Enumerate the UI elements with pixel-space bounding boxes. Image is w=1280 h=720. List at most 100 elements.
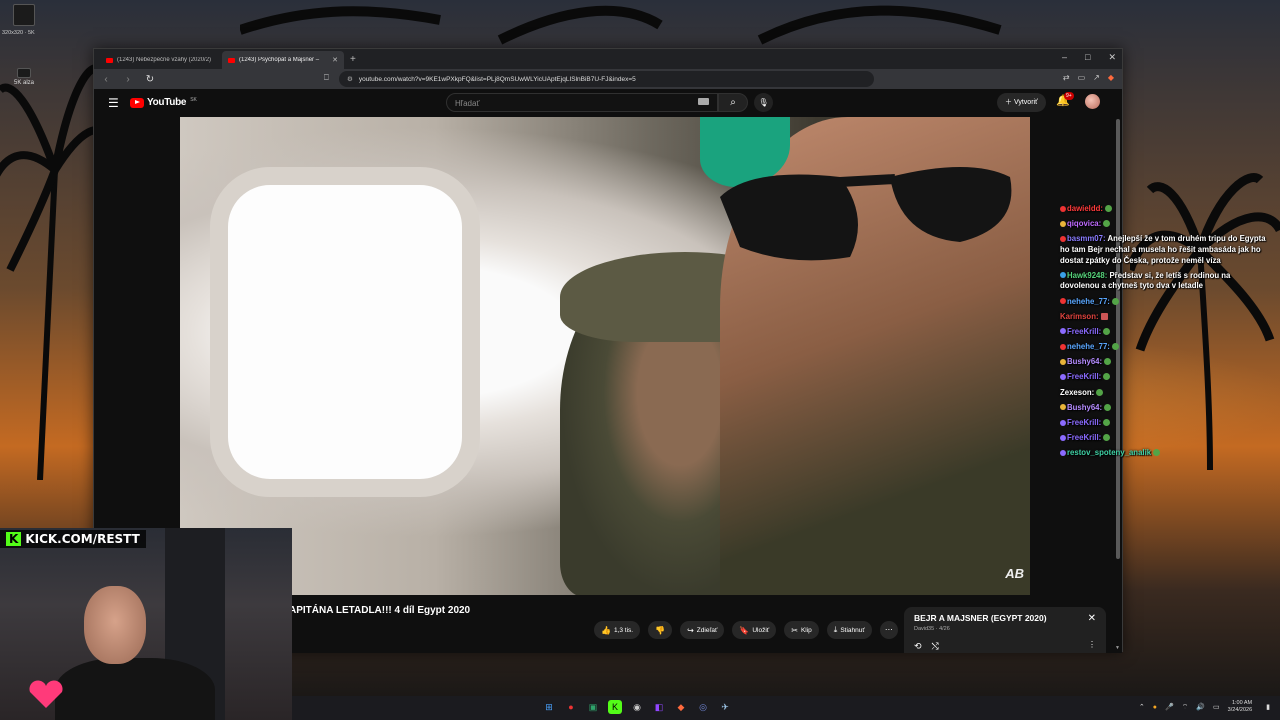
playlist-subtitle: David35 · 4/26: [914, 626, 950, 632]
user-badge-icon: [1060, 343, 1066, 350]
app-icon: [13, 4, 35, 26]
app-icon: [17, 68, 31, 78]
tray-app-icon[interactable]: ●: [1153, 704, 1157, 711]
search-button[interactable]: ⌕: [718, 93, 748, 112]
maximize-button[interactable]: □: [1085, 52, 1090, 63]
translate-icon[interactable]: ⇄: [1063, 73, 1070, 82]
more-actions-button[interactable]: ⋯: [879, 621, 898, 639]
clock-time: 1:00 AM: [1231, 700, 1253, 706]
site-info-icon[interactable]: ⚙: [347, 75, 353, 83]
chat-message: Hawk9248: Představ si, že letíš s rodino…: [1060, 271, 1270, 292]
new-tab-button[interactable]: +: [350, 54, 356, 65]
desktop-icon-label: 5K alza: [13, 80, 34, 86]
youtube-favicon-icon: [106, 57, 113, 63]
thumbs-down-icon: 👎: [655, 625, 666, 635]
chat-message: Bushy64:: [1060, 403, 1270, 414]
desktop-icon-2[interactable]: 5K alza: [4, 68, 44, 86]
toolbar-extensions: ⇄ ▭ ↗ ◆: [1063, 73, 1114, 82]
user-badge-icon: [1060, 235, 1066, 242]
heart-icon: [29, 680, 63, 708]
video-player[interactable]: AB: [180, 117, 1030, 595]
tab-1[interactable]: (1243) Nebezpečné vzahy (2020/2): [100, 51, 222, 69]
playlist-menu-icon[interactable]: ⋮: [1088, 640, 1096, 649]
network-icon[interactable]: ⌔: [1182, 703, 1189, 712]
emote-icon: [1104, 358, 1112, 366]
steam-icon[interactable]: ✈: [718, 700, 732, 714]
desktop-icon-1[interactable]: [4, 4, 44, 28]
emote-icon: [1103, 419, 1111, 427]
obs-icon[interactable]: ◉: [630, 700, 644, 714]
cast-icon[interactable]: ▭: [1078, 73, 1086, 82]
share-icon[interactable]: ↗: [1093, 73, 1100, 82]
voice-search-button[interactable]: 🎙: [754, 93, 773, 112]
notification-center-icon[interactable]: ▮: [1266, 703, 1270, 711]
clock[interactable]: 1:00 AM 3/24/2026: [1228, 700, 1252, 714]
discord-icon[interactable]: ◎: [696, 700, 710, 714]
back-icon[interactable]: ‹: [100, 74, 112, 85]
search-input[interactable]: Hľadať: [446, 93, 718, 112]
chat-user: Zexeson:: [1060, 387, 1095, 397]
tab-2[interactable]: (1243) Psychopat a Majsner – ✕: [222, 51, 344, 69]
resolution-label: 320x320 · 5K: [2, 30, 35, 36]
volume-icon[interactable]: 🔊: [1196, 703, 1205, 711]
kick-app-icon[interactable]: K: [608, 700, 622, 714]
account-avatar[interactable]: [1085, 94, 1100, 109]
clip-button[interactable]: ✂ Klip: [784, 621, 819, 639]
dislike-button[interactable]: 👎: [648, 621, 673, 639]
chat-message: Bushy64:: [1060, 357, 1270, 368]
address-bar[interactable]: ⚙ youtube.com/watch?v=9KE1wPXkpFQ&list=P…: [339, 71, 874, 87]
chat-user: basmm07:: [1067, 234, 1106, 244]
more-icon: ⋯: [884, 625, 893, 634]
user-badge-icon: [1060, 328, 1066, 335]
system-tray: ⌃ ● 🎤 ⌔ 🔊 ▭ 1:00 AM 3/24/2026 ▮: [1139, 700, 1270, 714]
start-icon[interactable]: ⊞: [542, 700, 556, 714]
terminal-icon[interactable]: ▣: [586, 700, 600, 714]
bookmark-icon[interactable]: ⎕: [324, 73, 329, 83]
loop-icon[interactable]: ⟲: [914, 641, 922, 652]
tray-chevron-icon[interactable]: ⌃: [1139, 703, 1145, 711]
like-button[interactable]: 👍 1,3 tis.: [594, 621, 641, 639]
close-window-button[interactable]: ✕: [1108, 52, 1116, 63]
reload-icon[interactable]: ↻: [144, 74, 156, 85]
window-controls: – □ ✕: [1062, 52, 1116, 63]
minimize-button[interactable]: –: [1062, 52, 1067, 63]
shuffle-icon[interactable]: ⤭: [932, 641, 939, 652]
create-button[interactable]: ＋ Vytvoriť: [997, 93, 1046, 112]
save-button[interactable]: 🔖 Uložiť: [732, 621, 777, 639]
chat-message: FreeKrill:: [1060, 327, 1270, 338]
download-label: Stiahnuť: [840, 626, 865, 634]
playlist-controls: ⟲ ⤭: [914, 641, 939, 652]
scroll-down-icon[interactable]: ▼: [1115, 645, 1120, 651]
chat-user: dawieldd:: [1067, 204, 1103, 213]
tab-title: (1243) Psychopat a Majsner –: [239, 57, 320, 63]
youtube-header: ☰ YouTube SK Hľadať ⌕ 🎙 ＋ Vytvoriť 🔔 9+: [94, 89, 1122, 117]
emote-icon: [1103, 327, 1111, 335]
scissors-icon: ✂: [791, 625, 798, 635]
share-button[interactable]: ↪ Zdieľať: [680, 621, 725, 639]
url-text: youtube.com/watch?v=9KE1wPXkpFQ&list=PLj…: [358, 75, 636, 83]
youtube-play-icon: [130, 97, 144, 108]
video-actions: 👍 1,3 tis. 👎 ↪ Zdieľať 🔖 Uložiť ✂ Klip ⤓…: [594, 621, 898, 639]
twitch-icon[interactable]: ◧: [652, 700, 666, 714]
keyboard-icon[interactable]: [698, 98, 709, 105]
chat-message: nehehe_77:: [1060, 297, 1270, 308]
stream-chat: dawieldd: qiqovica: basmm07: Anejlepší ž…: [1060, 204, 1270, 464]
chat-user: nehehe_77:: [1067, 342, 1110, 352]
palm-tree-left: [0, 64, 100, 480]
user-badge-icon: [1060, 419, 1066, 426]
forward-icon[interactable]: ›: [122, 74, 134, 85]
menu-icon[interactable]: ☰: [108, 96, 119, 110]
battery-icon[interactable]: ▭: [1213, 703, 1220, 711]
brave-icon[interactable]: ◆: [674, 700, 688, 714]
brave-shield-icon[interactable]: ◆: [1108, 73, 1114, 82]
search-icon: ⌕: [730, 97, 736, 108]
pin-app-icon[interactable]: ●: [564, 700, 578, 714]
youtube-logo[interactable]: YouTube SK: [130, 97, 197, 108]
close-tab-icon[interactable]: ✕: [332, 56, 338, 64]
playlist-title[interactable]: BEJR A MAJSNER (EGYPT 2020): [914, 613, 1096, 623]
download-button[interactable]: ⤓ Stiahnuť: [826, 621, 872, 639]
microphone-icon[interactable]: 🎤: [1165, 703, 1174, 711]
chat-user: nehehe_77:: [1067, 296, 1110, 306]
chat-message: FreeKrill:: [1060, 433, 1270, 444]
close-playlist-icon[interactable]: ✕: [1088, 613, 1096, 624]
